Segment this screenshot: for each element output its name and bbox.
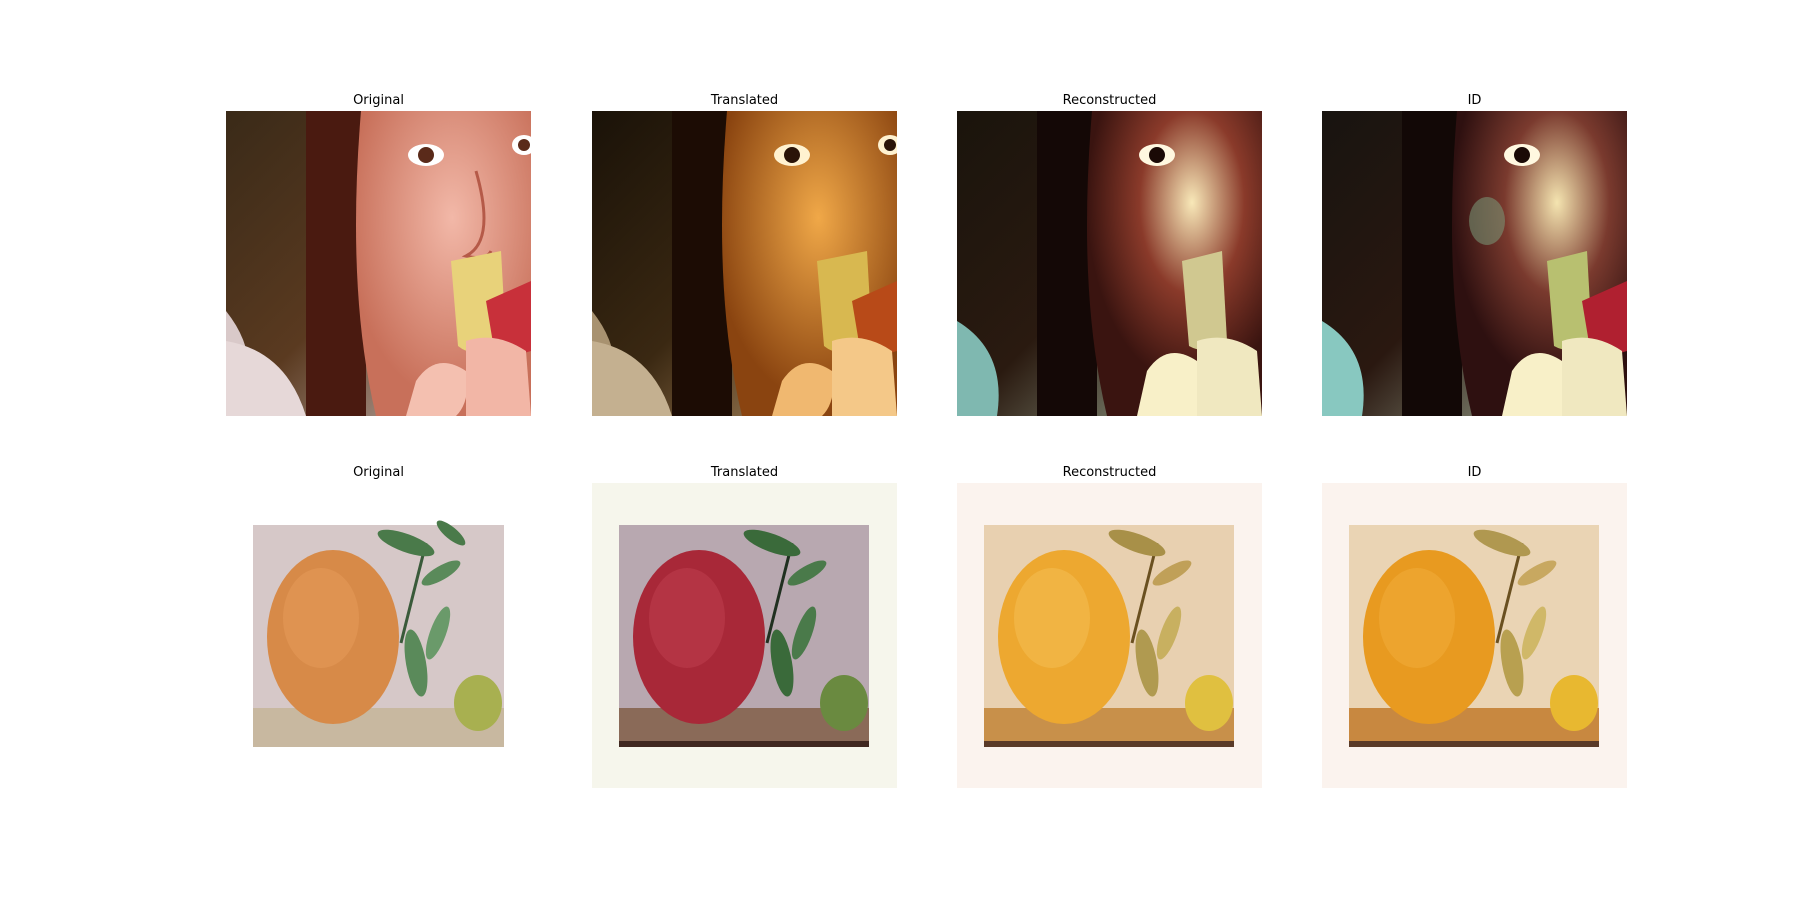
panel-reconstructed-orange [957, 483, 1262, 788]
image-orange-original [226, 483, 531, 788]
image-girl-id [1322, 111, 1627, 416]
image-orange-translated [592, 483, 897, 788]
panel-id-orange [1322, 483, 1627, 788]
image-orange-reconstructed [957, 483, 1262, 788]
image-orange-id [1322, 483, 1627, 788]
panel-title-reconstructed-2: Reconstructed [1062, 465, 1157, 480]
image-girl-translated [592, 111, 897, 416]
image-grid-figure: Original Translated Reconstructed ID Ori… [0, 0, 1800, 900]
panel-title-id-2: ID [1467, 465, 1482, 480]
panel-title-original-1: Original [353, 93, 404, 108]
image-girl-original [226, 111, 531, 416]
panel-title-translated-1: Translated [710, 93, 779, 108]
panel-original-orange [226, 483, 531, 788]
panel-id-girl [1322, 111, 1627, 416]
panel-translated-orange [592, 483, 897, 788]
image-girl-reconstructed [957, 111, 1262, 416]
panel-title-id-1: ID [1467, 93, 1482, 108]
panel-title-translated-2: Translated [710, 465, 779, 480]
panel-title-reconstructed-1: Reconstructed [1062, 93, 1157, 108]
panel-title-original-2: Original [353, 465, 404, 480]
panel-reconstructed-girl [957, 111, 1262, 416]
panel-translated-girl [592, 111, 897, 416]
panel-original-girl [226, 111, 531, 416]
